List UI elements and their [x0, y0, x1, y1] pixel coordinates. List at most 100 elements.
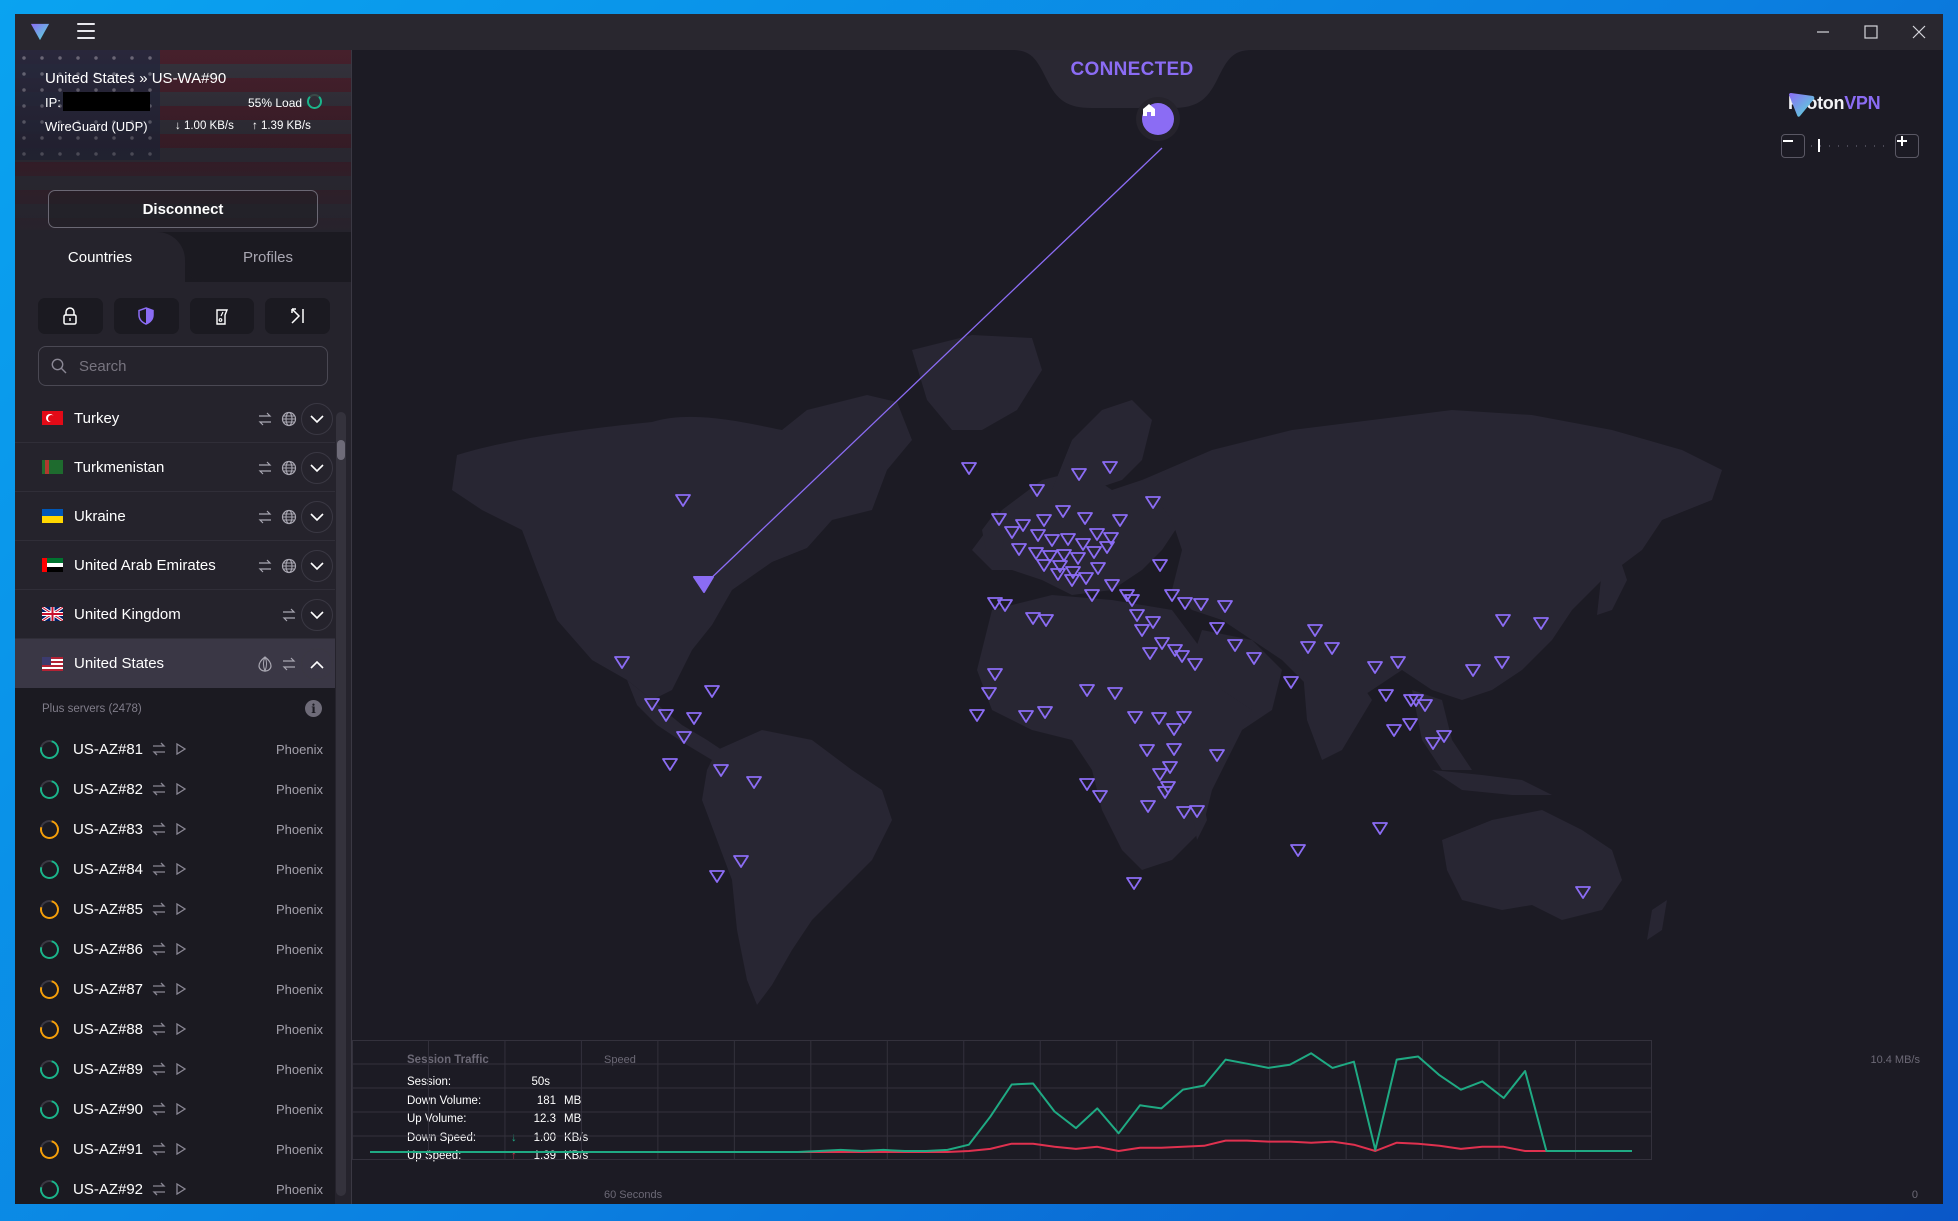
- server-marker[interactable]: [1126, 877, 1142, 890]
- server-load-indicator-icon: [36, 1176, 63, 1202]
- server-marker[interactable]: [961, 462, 977, 475]
- brand-logo: ProtonVPN: [1788, 93, 1881, 117]
- server-marker[interactable]: [1283, 676, 1299, 689]
- p2p-icon: [150, 1181, 168, 1197]
- expand-country-button[interactable]: [301, 550, 333, 582]
- server-marker[interactable]: [969, 709, 985, 722]
- play-icon[interactable]: [172, 1061, 190, 1077]
- hamburger-menu-icon[interactable]: [77, 23, 95, 39]
- search-icon: [51, 358, 67, 374]
- p2p-icon: [258, 461, 272, 474]
- play-icon[interactable]: [172, 821, 190, 837]
- play-icon[interactable]: [172, 901, 190, 917]
- play-icon[interactable]: [172, 741, 190, 757]
- search-input[interactable]: [79, 357, 309, 375]
- play-icon[interactable]: [172, 981, 190, 997]
- minus-icon: [1783, 140, 1793, 142]
- zoom-in-button[interactable]: [1895, 134, 1919, 158]
- scrollbar-thumb[interactable]: [337, 440, 345, 460]
- server-row[interactable]: US-AZ#90 Phoenix: [15, 1089, 335, 1129]
- server-row[interactable]: US-AZ#92 Phoenix: [15, 1169, 335, 1204]
- expand-country-button[interactable]: [301, 452, 333, 484]
- server-name: US-AZ#89: [73, 1060, 144, 1078]
- map-canvas[interactable]: [352, 50, 1943, 1040]
- server-row[interactable]: US-AZ#85 Phoenix: [15, 889, 335, 929]
- chevron-down-icon: [310, 610, 324, 619]
- zoom-out-button[interactable]: [1781, 134, 1805, 158]
- killswitch-filter-button[interactable]: [189, 298, 255, 334]
- country-row-united-kingdom[interactable]: United Kingdom: [15, 590, 335, 639]
- secure-core-filter-button[interactable]: [38, 298, 103, 334]
- server-row[interactable]: US-AZ#84 Phoenix: [15, 849, 335, 889]
- phone-icon: [216, 309, 228, 325]
- server-marker[interactable]: [704, 685, 720, 698]
- p2p-icon: [150, 981, 168, 997]
- server-marker[interactable]: [1402, 718, 1418, 731]
- country-list: Turkey Turkmenistan Ukraine United Arab Emi…: [15, 394, 335, 1204]
- server-marker[interactable]: [662, 758, 678, 771]
- server-load-indicator-icon: [36, 776, 63, 802]
- country-name: United States: [74, 655, 165, 672]
- country-row-united-states[interactable]: United States: [15, 639, 335, 688]
- expand-country-button[interactable]: [301, 501, 333, 533]
- server-marker[interactable]: [686, 712, 702, 725]
- server-marker[interactable]: [1152, 559, 1168, 572]
- collapse-country-button[interactable]: [301, 648, 333, 680]
- expand-country-button[interactable]: [301, 599, 333, 631]
- server-marker[interactable]: [1079, 778, 1095, 791]
- close-button[interactable]: [1895, 14, 1943, 50]
- server-row[interactable]: US-AZ#91 Phoenix: [15, 1129, 335, 1169]
- split-tunneling-filter-button[interactable]: [265, 298, 330, 334]
- play-icon[interactable]: [172, 781, 190, 797]
- tab-profiles[interactable]: Profiles: [185, 232, 351, 282]
- server-city: Phoenix: [276, 821, 323, 837]
- expand-country-button[interactable]: [301, 403, 333, 435]
- p2p-icon: [258, 510, 272, 523]
- zoom-track[interactable]: [1811, 145, 1889, 147]
- upload-speed: ↑ 1.39 KB/s: [252, 120, 311, 132]
- server-row[interactable]: US-AZ#88 Phoenix: [15, 1009, 335, 1049]
- play-icon[interactable]: [172, 1141, 190, 1157]
- country-row-turkmenistan[interactable]: Turkmenistan: [15, 443, 335, 492]
- server-city: Phoenix: [276, 941, 323, 957]
- server-row[interactable]: US-AZ#87 Phoenix: [15, 969, 335, 1009]
- play-icon[interactable]: [172, 941, 190, 957]
- play-icon[interactable]: [172, 1021, 190, 1037]
- server-name: US-AZ#91: [73, 1140, 144, 1158]
- tab-countries[interactable]: Countries: [15, 232, 185, 282]
- server-marker[interactable]: [1378, 689, 1394, 702]
- country-row-turkey[interactable]: Turkey: [15, 394, 335, 443]
- country-row-united-arab-emirates[interactable]: United Arab Emirates: [15, 541, 335, 590]
- server-marker[interactable]: [1372, 822, 1388, 835]
- server-row[interactable]: US-AZ#86 Phoenix: [15, 929, 335, 969]
- server-marker[interactable]: [1386, 724, 1402, 737]
- country-feature-icons: [257, 639, 297, 688]
- server-marker[interactable]: [1290, 844, 1306, 857]
- chart-ymax-label: 10.4 MB/s: [1870, 1054, 1920, 1066]
- disconnect-button[interactable]: Disconnect: [48, 190, 318, 228]
- sidebar-scrollbar[interactable]: [336, 412, 346, 1196]
- server-row[interactable]: US-AZ#81 Phoenix: [15, 729, 335, 769]
- server-city: Phoenix: [276, 741, 323, 757]
- server-row[interactable]: US-AZ#83 Phoenix: [15, 809, 335, 849]
- server-row[interactable]: US-AZ#82 Phoenix: [15, 769, 335, 809]
- server-marker[interactable]: [709, 870, 725, 883]
- search-box[interactable]: [38, 346, 328, 386]
- tor-globe-feature: [281, 509, 297, 525]
- server-marker[interactable]: [1164, 589, 1180, 602]
- world-map[interactable]: CONNECTED ProtonVPN Session Traffic Sess…: [352, 50, 1943, 1204]
- country-row-ukraine[interactable]: Ukraine: [15, 492, 335, 541]
- home-location-button[interactable]: [1142, 103, 1174, 135]
- p2p-icon: [150, 941, 168, 957]
- netshield-filter-button[interactable]: [113, 298, 179, 334]
- minimize-button[interactable]: [1799, 14, 1847, 50]
- server-row[interactable]: US-AZ#89 Phoenix: [15, 1049, 335, 1089]
- server-load-indicator-icon: [36, 1096, 63, 1122]
- zoom-slider-thumb[interactable]: [1818, 139, 1820, 152]
- play-icon[interactable]: [172, 1101, 190, 1117]
- maximize-button[interactable]: [1847, 14, 1895, 50]
- globe-icon: [281, 411, 297, 426]
- info-icon[interactable]: i: [305, 700, 322, 717]
- play-icon[interactable]: [172, 1181, 190, 1197]
- play-icon[interactable]: [172, 861, 190, 877]
